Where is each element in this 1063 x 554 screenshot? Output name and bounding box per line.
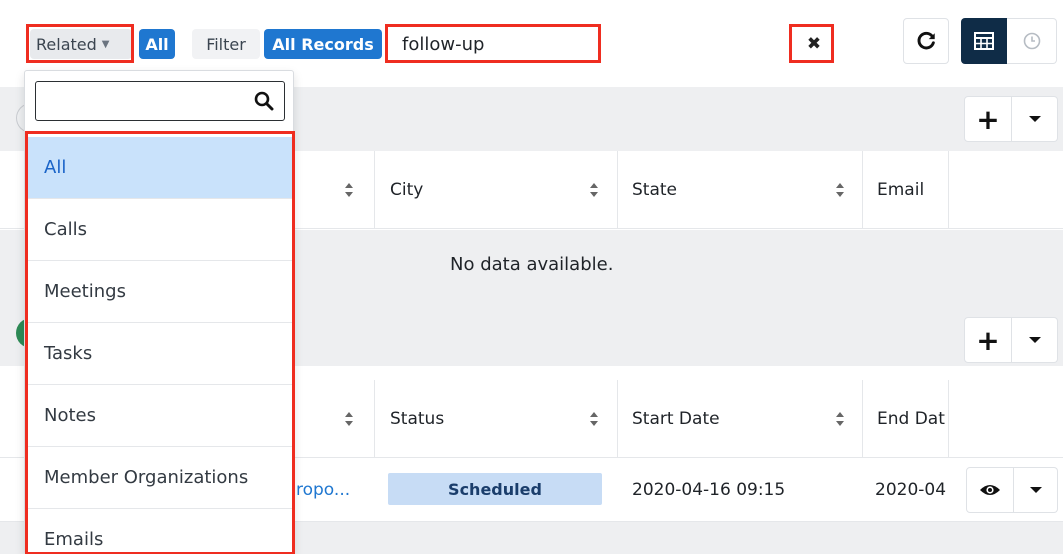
subpanel-actions-caret[interactable]: [1012, 317, 1058, 363]
dropdown-search-field[interactable]: [35, 81, 285, 121]
close-icon[interactable]: ✖: [800, 31, 828, 57]
record-name-link[interactable]: ropo...: [296, 458, 350, 522]
row-actions-caret[interactable]: [1014, 467, 1058, 513]
column-header-status[interactable]: Status: [390, 380, 444, 458]
list-view-icon: [974, 32, 994, 50]
related-module-dropdown: All Calls Meetings Tasks Notes Member Or…: [24, 70, 294, 554]
clock-icon: [1023, 32, 1040, 50]
dropdown-option-member-organizations[interactable]: Member Organizations: [25, 447, 293, 509]
sort-icon[interactable]: [589, 410, 599, 428]
dropdown-option-all[interactable]: All: [25, 137, 293, 199]
module-select-button[interactable]: Related ▼: [30, 29, 132, 59]
sort-icon[interactable]: [344, 181, 354, 199]
dropdown-option-tasks[interactable]: Tasks: [25, 323, 293, 385]
column-header-city[interactable]: City: [390, 151, 423, 229]
empty-message: No data available.: [450, 254, 614, 275]
plus-icon[interactable]: +: [964, 96, 1012, 142]
status-badge: Scheduled: [388, 473, 602, 505]
subpanel-actions-caret[interactable]: [1012, 96, 1058, 142]
list-view-button[interactable]: [961, 18, 1007, 64]
end-date-cell: 2020-04: [875, 480, 947, 500]
refresh-icon: [917, 31, 935, 50]
dropdown-option-meetings[interactable]: Meetings: [25, 261, 293, 323]
module-filter-pill[interactable]: All: [139, 29, 175, 59]
sort-icon[interactable]: [344, 410, 354, 428]
sort-icon[interactable]: [835, 181, 845, 199]
start-date-cell: 2020-04-16 09:15: [632, 480, 786, 500]
column-header-state[interactable]: State: [632, 151, 677, 229]
column-header-email[interactable]: Email: [877, 151, 924, 229]
sort-icon[interactable]: [835, 410, 845, 428]
column-header-end-date[interactable]: End Dat: [877, 380, 947, 458]
plus-icon[interactable]: +: [964, 317, 1012, 363]
eye-icon: [980, 485, 1000, 495]
filter-records-pill[interactable]: All Records: [264, 29, 382, 59]
refresh-button[interactable]: [903, 18, 949, 64]
clipped-caption: [0, 0, 1063, 10]
filter-label: Filter: [192, 29, 260, 59]
chevron-down-icon: [1029, 487, 1042, 493]
chevron-down-icon: [1028, 337, 1041, 343]
dropdown-option-calls[interactable]: Calls: [25, 199, 293, 261]
dropdown-options: All Calls Meetings Tasks Notes Member Or…: [25, 137, 293, 553]
chevron-down-icon: ▼: [101, 38, 110, 50]
chevron-down-icon: [1028, 116, 1041, 122]
module-select-label: Related: [36, 34, 97, 54]
dropdown-search-input[interactable]: [44, 88, 244, 114]
quick-search-input[interactable]: follow-up: [402, 27, 598, 61]
dropdown-option-notes[interactable]: Notes: [25, 385, 293, 447]
column-header-start-date[interactable]: Start Date: [632, 380, 720, 458]
sort-icon[interactable]: [589, 181, 599, 199]
dropdown-option-emails[interactable]: Emails: [25, 509, 293, 553]
search-icon: [254, 91, 274, 111]
preview-button[interactable]: [966, 467, 1014, 513]
activity-stream-button[interactable]: [1007, 18, 1057, 64]
